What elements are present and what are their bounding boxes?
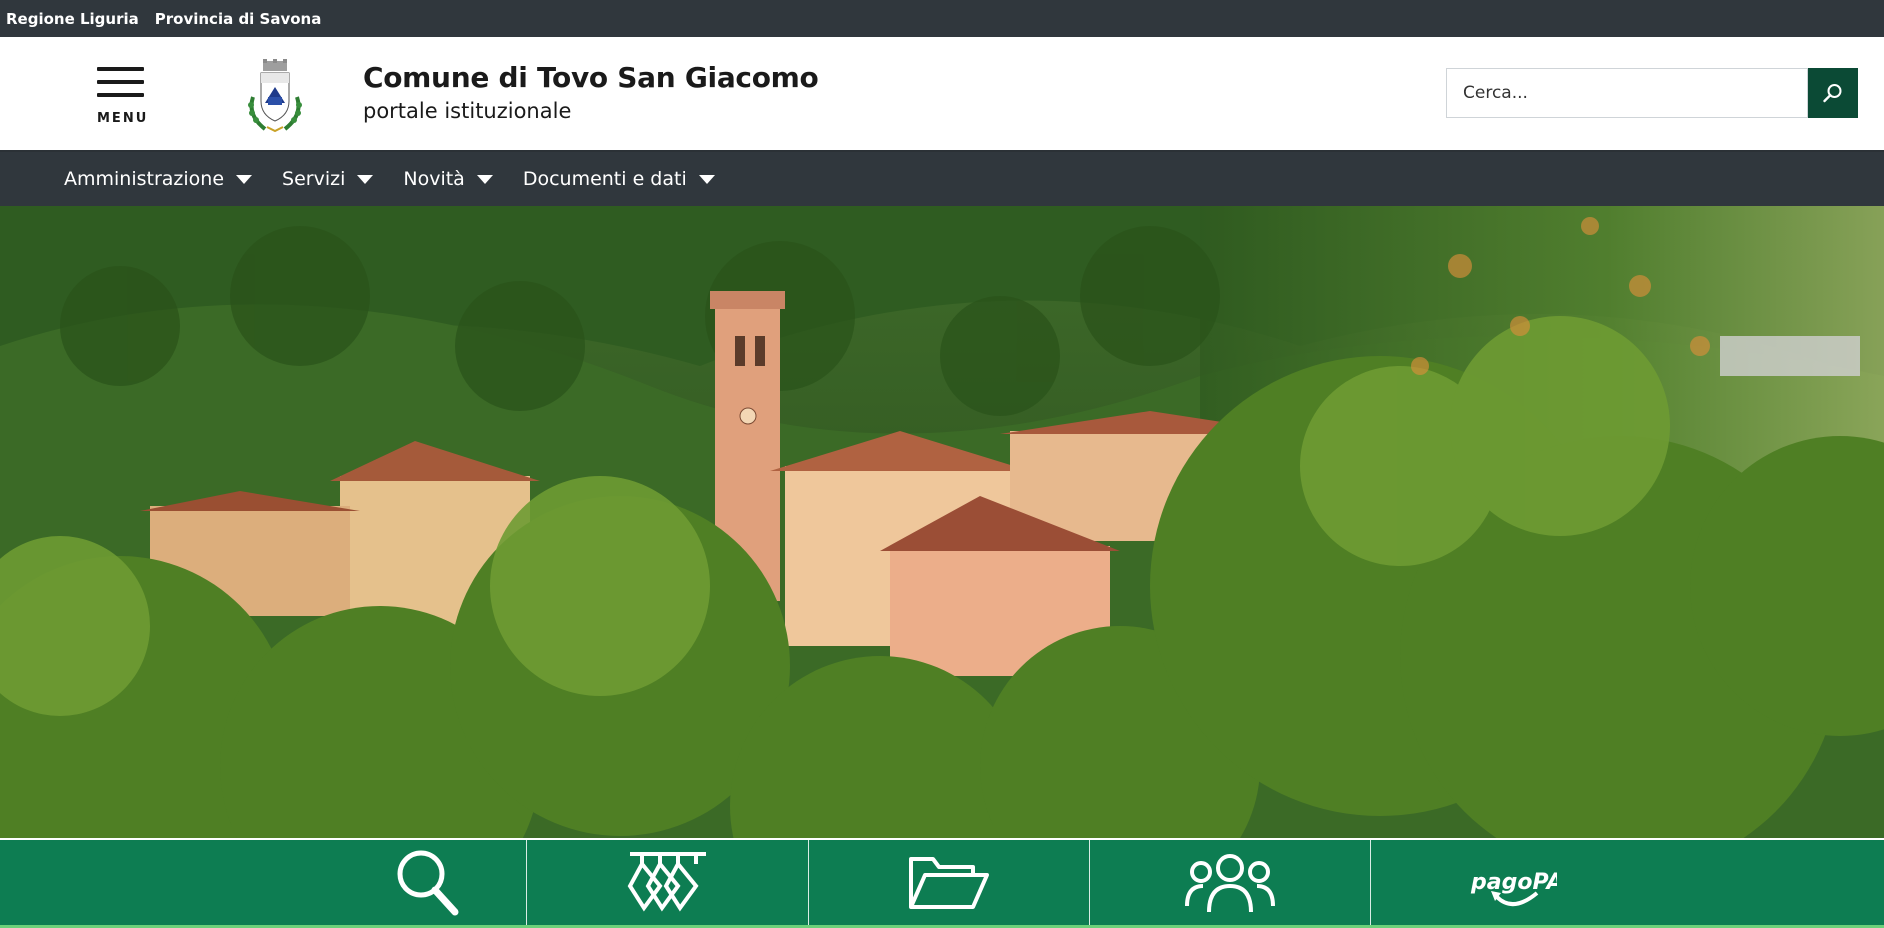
quicklink-pagopa[interactable]: pagoPA — [1371, 840, 1653, 925]
site-subtitle: portale istituzionale — [363, 99, 572, 123]
search-icon — [1823, 84, 1842, 103]
nav-item-novita[interactable]: Novità — [403, 168, 493, 190]
main-nav: Amministrazione Servizi Novità Documenti… — [0, 152, 1884, 206]
caret-down-icon — [236, 174, 253, 184]
site-header: MENU Comune di Tovo San Giacomo portale … — [0, 37, 1884, 152]
menu-button[interactable]: MENU — [97, 67, 149, 127]
menu-label: MENU — [97, 111, 149, 126]
search-input[interactable] — [1447, 69, 1807, 117]
nav-item-documenti-e-dati[interactable]: Documenti e dati — [523, 168, 715, 190]
quick-links-bar: pagoPA — [0, 840, 1884, 928]
pagopa-logo: pagoPA — [1470, 870, 1557, 906]
quicklink-search[interactable] — [330, 840, 526, 925]
nav-item-label: Amministrazione — [64, 168, 225, 190]
people-group-icon — [1185, 853, 1275, 912]
folder-open-icon — [909, 856, 989, 909]
search-icon — [397, 850, 459, 915]
hamburger-icon-line — [97, 67, 144, 71]
village-photo — [0, 206, 1884, 838]
top-bar: Regione Liguria Provincia di Savona — [0, 0, 1884, 37]
municipal-crest-icon[interactable] — [243, 57, 307, 135]
pagopa-logo-text: pagoPA — [1470, 870, 1557, 895]
clothes-hanger-icon — [627, 851, 706, 912]
caret-down-icon — [357, 174, 374, 184]
hero-banner — [0, 206, 1884, 838]
quicklink-people[interactable] — [1090, 840, 1370, 925]
regione-liguria-link[interactable]: Regione Liguria — [6, 10, 139, 28]
quicklink-clothes-hanger[interactable] — [527, 840, 808, 925]
search-field — [1446, 68, 1808, 118]
nav-item-amministrazione[interactable]: Amministrazione — [64, 168, 253, 190]
caret-down-icon — [698, 174, 715, 184]
nav-item-label: Servizi — [282, 168, 346, 190]
nav-item-label: Documenti e dati — [522, 168, 687, 190]
quicklink-documents[interactable] — [809, 840, 1089, 925]
search-button[interactable] — [1808, 68, 1858, 118]
provincia-savona-link[interactable]: Provincia di Savona — [155, 10, 322, 28]
caret-down-icon — [476, 174, 493, 184]
nav-item-label: Novità — [403, 168, 465, 190]
hamburger-icon-line — [97, 93, 144, 97]
site-title[interactable]: Comune di Tovo San Giacomo — [363, 61, 819, 94]
hamburger-icon-line — [97, 80, 144, 84]
nav-item-servizi[interactable]: Servizi — [282, 168, 374, 190]
